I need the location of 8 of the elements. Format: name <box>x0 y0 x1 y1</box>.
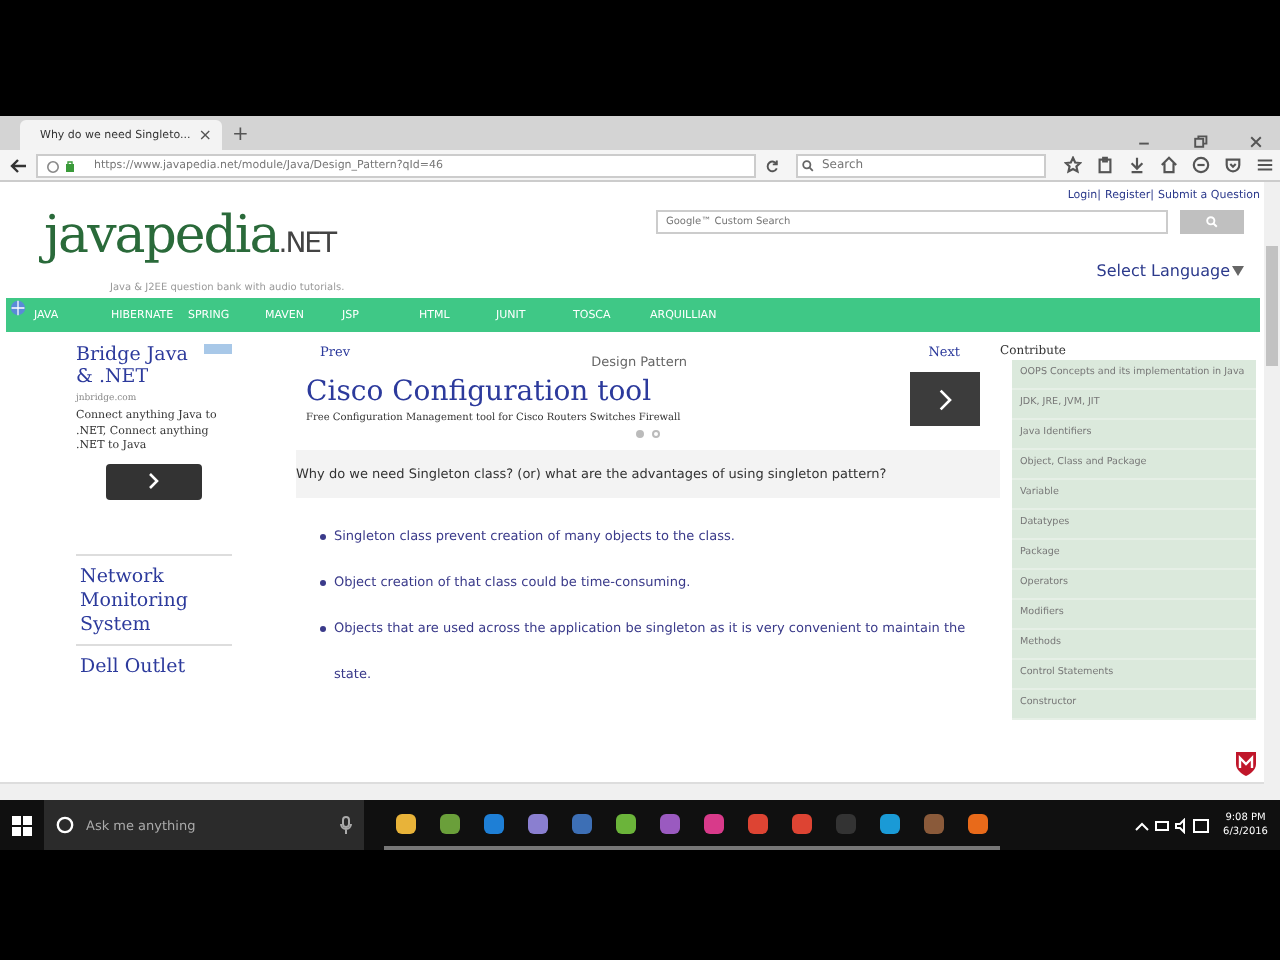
language-select[interactable]: Select Language <box>1096 262 1244 280</box>
site-logo[interactable]: javapedia.NET <box>44 206 336 266</box>
ad-title[interactable]: Bridge Java & .NET <box>76 344 232 388</box>
tab-close-button[interactable]: × <box>198 126 212 144</box>
ad-link[interactable]: Dell Outlet <box>76 643 232 685</box>
ad-link[interactable]: Network Monitoring System <box>76 553 232 643</box>
ad-headline[interactable]: Cisco Configuration tool <box>306 375 681 407</box>
new-tab-button[interactable]: + <box>231 120 249 150</box>
